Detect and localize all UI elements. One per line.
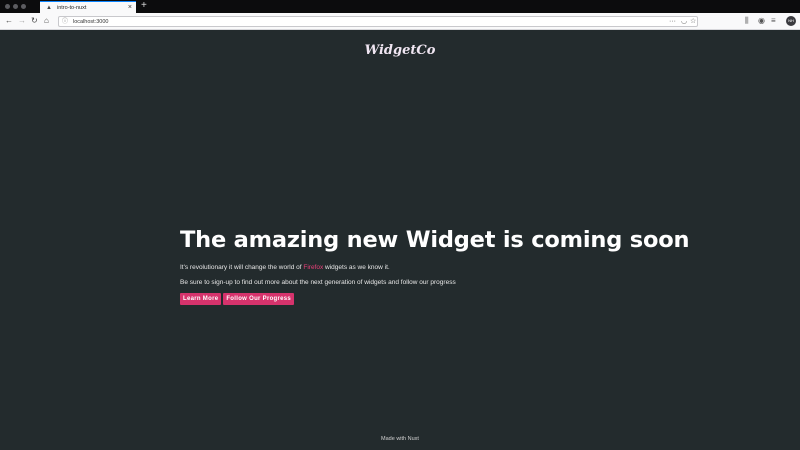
nuxt-favicon-icon: ▲ [46,5,52,11]
hamburger-menu-icon[interactable]: ≡ [771,16,776,26]
active-tab[interactable]: ▲ intro-to-nuxt × [40,1,136,13]
new-tab-button[interactable]: + [141,0,147,12]
reload-icon[interactable]: ↻ [31,16,38,26]
home-icon[interactable]: ⌂ [44,16,49,26]
pocket-icon[interactable]: ◡ [681,18,687,26]
window-minimize-dot[interactable] [13,4,18,9]
hero-description-start: It's revolutionary it will change the wo… [180,264,304,271]
tab-strip: ▲ intro-to-nuxt × + [0,0,800,13]
address-bar[interactable]: ⓘ localhost:3000 ··· ◡ ☆ [58,16,698,27]
url-text[interactable]: localhost:3000 [73,18,108,26]
follow-progress-button[interactable]: Follow Our Progress [223,293,295,305]
tab-title: intro-to-nuxt [57,5,87,11]
sync-icon[interactable]: ◉ [758,16,765,26]
hero-title: The amazing new Widget is coming soon [180,227,690,253]
cta-buttons: Learn More Follow Our Progress [180,293,640,305]
back-arrow-icon[interactable]: ← [5,16,13,26]
learn-more-button[interactable]: Learn More [180,293,222,305]
star-icon[interactable]: ☆ [690,18,696,26]
footer-text: Made with Nuxt [381,436,419,442]
window-zoom-dot[interactable] [21,4,26,9]
navigation-toolbar: ← → ↻ ⌂ ⓘ localhost:3000 ··· ◡ ☆ ⫼ ◉ ≡ N… [0,13,800,30]
window-close-dot[interactable] [5,4,10,9]
hero-signup-text: Be sure to sign-up to find out more abou… [180,279,456,286]
forward-arrow-icon[interactable]: → [18,16,26,26]
page-content: WidgetCo The amazing new Widget is comin… [0,31,800,450]
hero-section: The amazing new Widget is coming soon It… [180,226,690,305]
info-icon[interactable]: ⓘ [62,18,68,26]
firefox-link[interactable]: Firefox [303,264,323,271]
hero-description: It's revolutionary it will change the wo… [180,263,640,272]
library-icon[interactable]: ⫼ [745,16,749,26]
profile-avatar[interactable]: NH [786,16,796,26]
more-dots-icon[interactable]: ··· [669,18,676,26]
site-logo[interactable]: WidgetCo [0,43,800,58]
hero-description-end: widgets as we know it. [323,264,390,271]
close-tab-icon[interactable]: × [128,4,132,12]
